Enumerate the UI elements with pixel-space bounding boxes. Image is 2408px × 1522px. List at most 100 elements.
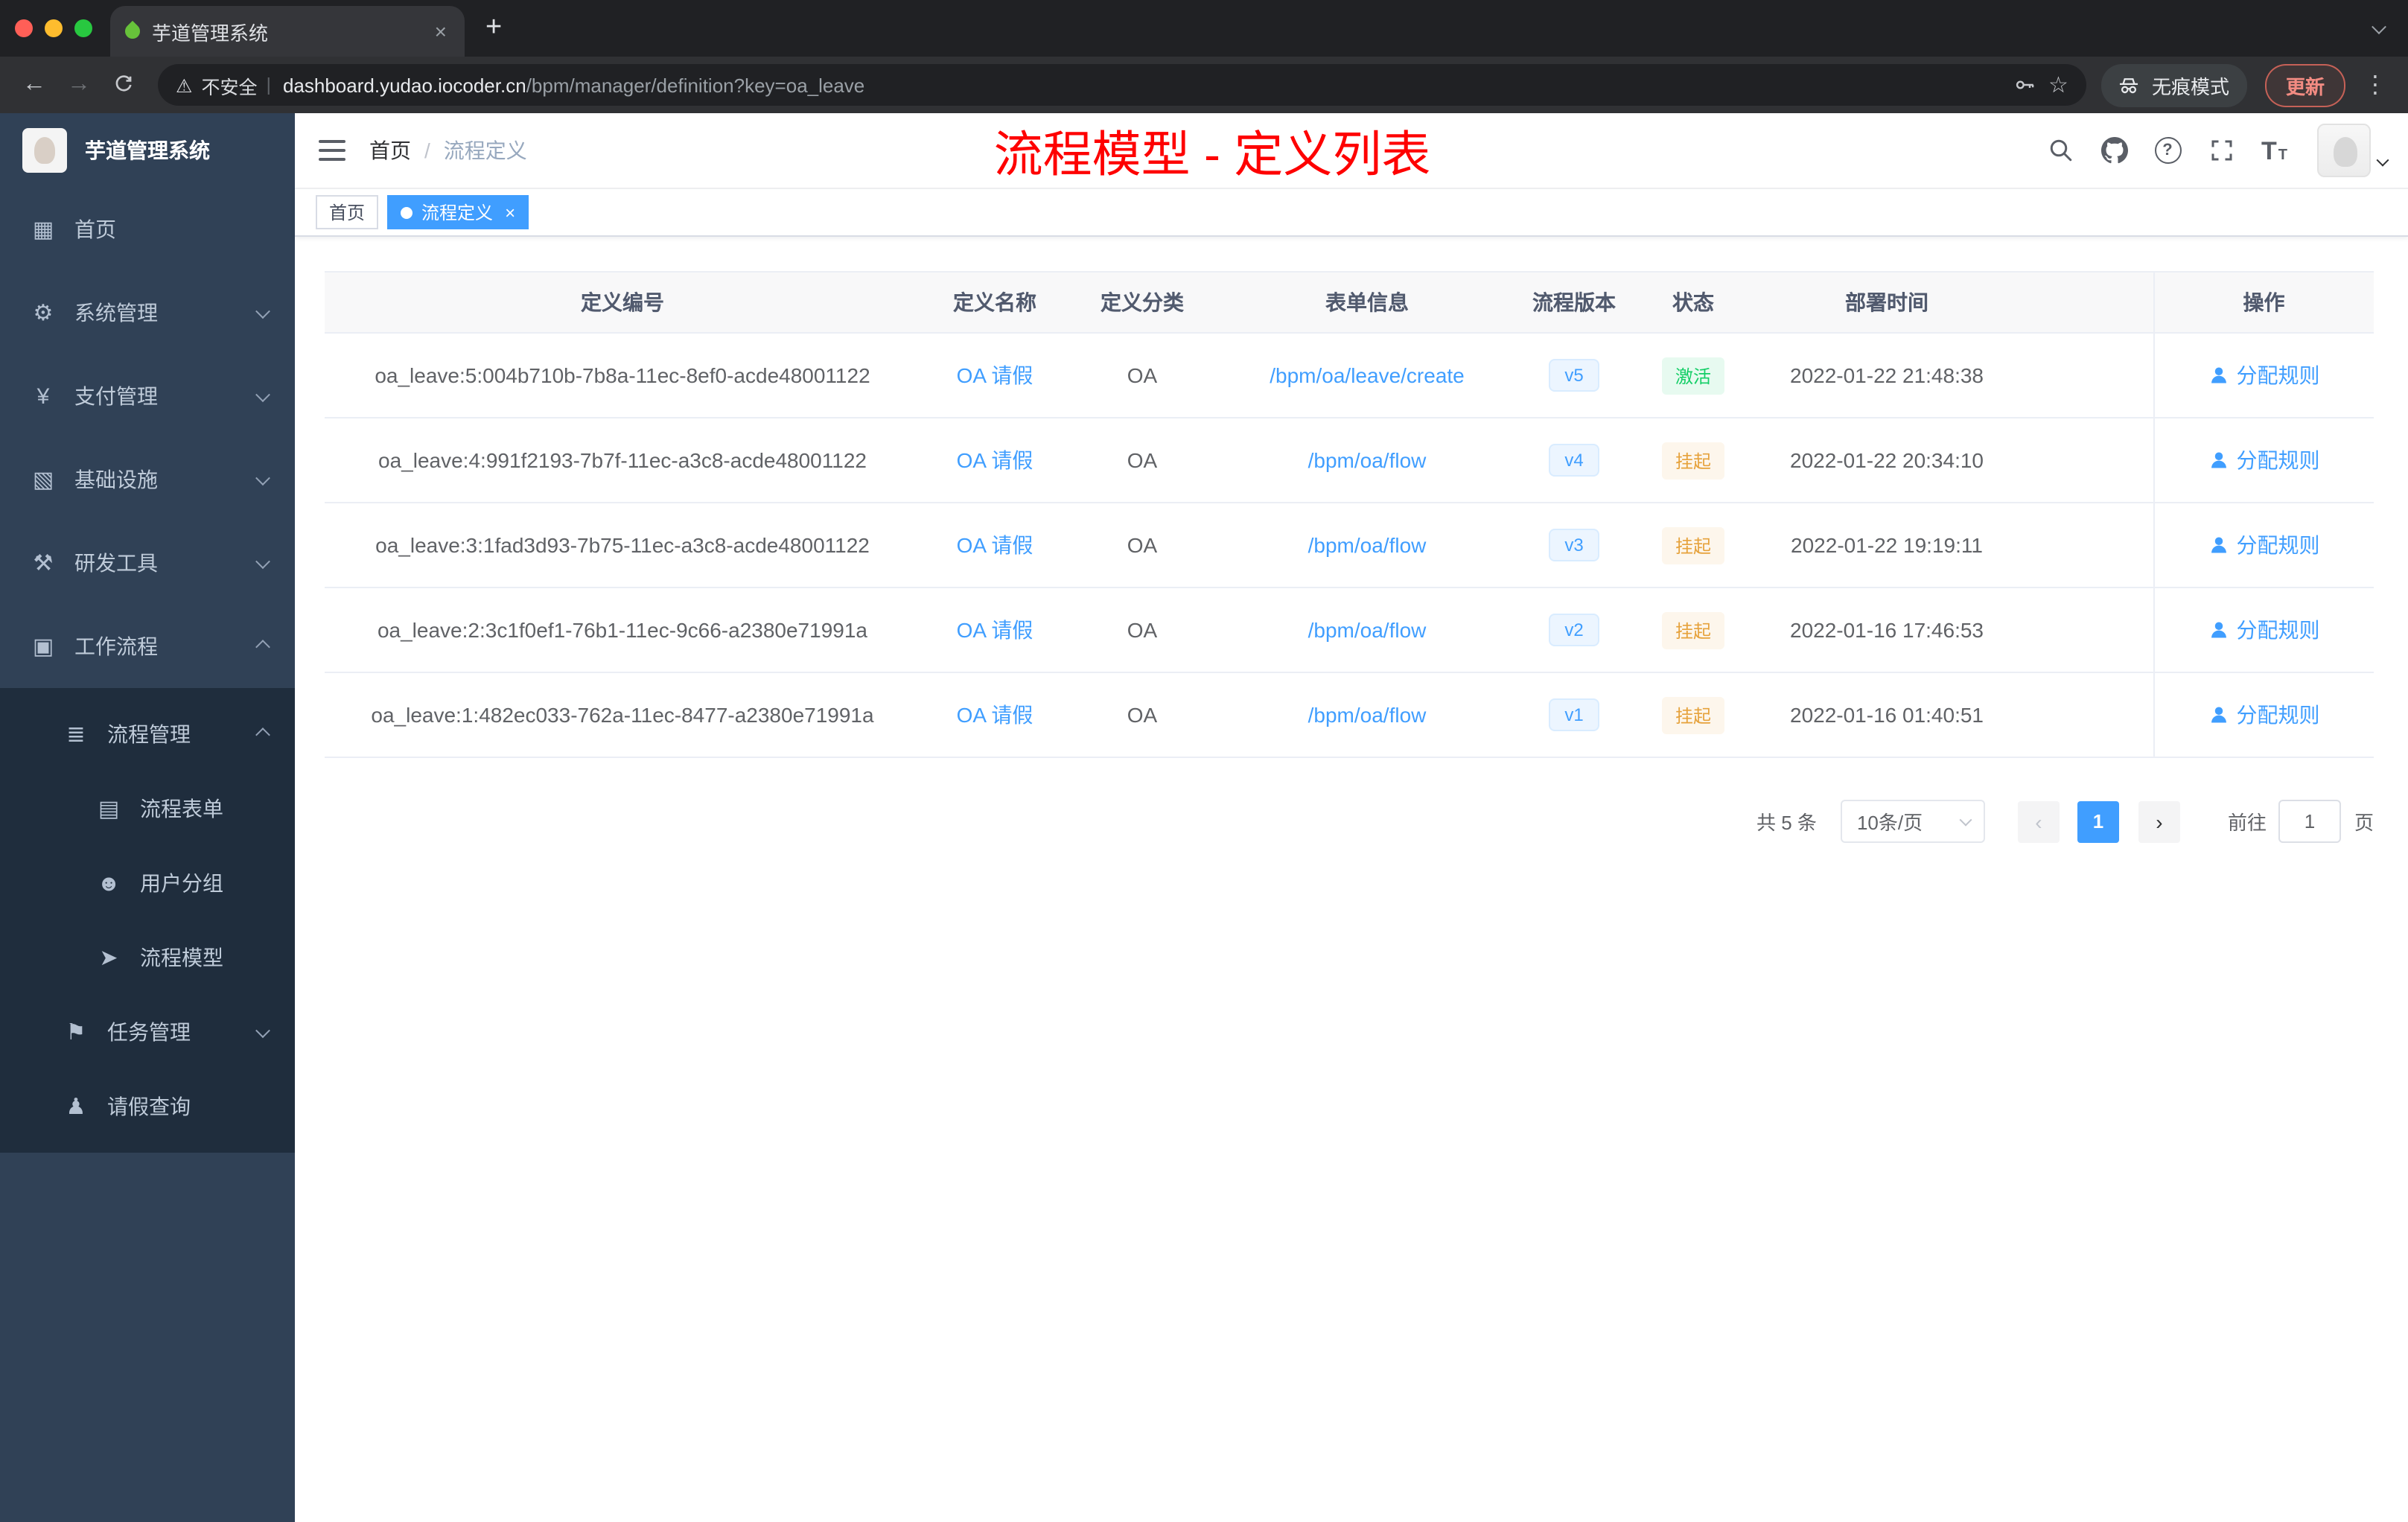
app-logo[interactable]: 芋道管理系统 — [0, 113, 295, 188]
next-page-button[interactable]: › — [2138, 800, 2180, 842]
form-link[interactable]: /bpm/oa/flow — [1308, 533, 1427, 557]
chevron-down-icon — [255, 553, 270, 569]
assign-rule-link[interactable]: 分配规则 — [2208, 615, 2320, 645]
sidebar-item-user-group[interactable]: ☻ 用户分组 — [0, 846, 295, 920]
url-text[interactable]: dashboard.yudao.iocoder.cn/bpm/manager/d… — [283, 74, 2001, 96]
bookmark-star-icon[interactable]: ☆ — [2048, 71, 2068, 98]
goto-label: 前往 — [2227, 812, 2267, 834]
tab-close-icon[interactable]: × — [432, 19, 450, 43]
col-filler — [2016, 271, 2153, 334]
back-button[interactable]: ← — [15, 66, 54, 104]
sidebar-item-system[interactable]: ⚙ 系统管理 — [0, 271, 295, 354]
table-row: oa_leave:3:1fad3d93-7b75-11ec-a3c8-acde4… — [325, 503, 2374, 588]
incognito-label: 无痕模式 — [2151, 75, 2229, 98]
tab-search-icon[interactable] — [2372, 15, 2386, 42]
definition-category: OA — [1069, 503, 1215, 588]
definition-table: 定义编号 定义名称 定义分类 表单信息 流程版本 状态 部署时间 操作 oa_l… — [325, 271, 2374, 758]
font-size-icon[interactable] — [2261, 138, 2287, 163]
url-divider: | — [266, 74, 271, 95]
help-icon[interactable]: ? — [2154, 137, 2181, 164]
person-icon — [2208, 365, 2229, 386]
chevron-down-icon — [255, 303, 270, 319]
sidebar-item-process-mgmt[interactable]: ≣ 流程管理 — [0, 697, 295, 771]
page-unit-label: 页 — [2354, 812, 2374, 834]
send-icon: ➤ — [99, 946, 118, 971]
yen-icon: ¥ — [36, 383, 50, 409]
definition-name-link[interactable]: OA 请假 — [957, 703, 1033, 727]
definition-category: OA — [1069, 672, 1215, 758]
pagination: 共 5 条 10条/页 ‹ 1 › 前往 页 — [325, 800, 2374, 843]
sidebar-item-process-form[interactable]: ▤ 流程表单 — [0, 771, 295, 846]
breadcrumb-home[interactable]: 首页 — [369, 136, 411, 165]
macos-zoom-button[interactable] — [74, 19, 92, 37]
tag-close-icon[interactable]: × — [502, 203, 515, 221]
reload-button[interactable] — [104, 66, 143, 104]
tag-home[interactable]: 首页 — [316, 195, 379, 229]
sidebar-item-leave-query[interactable]: ♟ 请假查询 — [0, 1069, 295, 1144]
definition-name-link[interactable]: OA 请假 — [957, 448, 1033, 472]
github-icon[interactable] — [2100, 137, 2127, 164]
address-bar[interactable]: ⚠ 不安全 | dashboard.yudao.iocoder.cn/bpm/m… — [158, 64, 2086, 106]
col-form-info: 表单信息 — [1215, 271, 1519, 334]
page-size-select[interactable]: 10条/页 — [1840, 800, 1985, 843]
sidebar-item-payment[interactable]: ¥ 支付管理 — [0, 354, 295, 438]
col-status: 状态 — [1629, 271, 1757, 334]
screen: 芋道管理系统 × + ← → ⚠ 不安全 | dashboard.yudao.i… — [0, 0, 2408, 1522]
hamburger-icon[interactable] — [319, 140, 345, 161]
tags-view-bar: 首页 流程定义 × — [295, 189, 2408, 237]
workflow-icon: ▣ — [32, 634, 54, 660]
new-tab-button[interactable]: + — [485, 12, 502, 45]
incognito-icon — [2116, 72, 2141, 98]
workflow-submenu: ≣ 流程管理 ▤ 流程表单 ☻ 用户分组 ➤ 流程模型 ⚑ 任务管理 ♟ 请假查… — [0, 688, 295, 1153]
sidebar-item-process-model[interactable]: ➤ 流程模型 — [0, 920, 295, 995]
search-icon[interactable] — [2047, 137, 2074, 164]
person-icon — [2208, 450, 2229, 471]
form-link[interactable]: /bpm/oa/flow — [1308, 448, 1427, 472]
assign-rule-link[interactable]: 分配规则 — [2208, 360, 2320, 390]
app-window: 芋道管理系统 ▦ 首页 ⚙ 系统管理 ¥ 支付管理 ▧ 基础设施 ⚒ 研发工具 … — [0, 113, 2408, 1522]
fullscreen-icon[interactable] — [2208, 137, 2235, 164]
assign-rule-link[interactable]: 分配规则 — [2208, 445, 2320, 475]
form-link[interactable]: /bpm/oa/flow — [1308, 618, 1427, 642]
user-menu[interactable] — [2317, 124, 2389, 177]
tag-process-definition[interactable]: 流程定义 × — [387, 195, 529, 229]
password-key-icon[interactable] — [2013, 73, 2036, 97]
macos-close-button[interactable] — [15, 19, 33, 37]
browser-tab[interactable]: 芋道管理系统 × — [110, 6, 465, 57]
definition-name-link[interactable]: OA 请假 — [957, 618, 1033, 642]
assign-rule-link[interactable]: 分配规则 — [2208, 700, 2320, 730]
forward-button[interactable]: → — [60, 66, 98, 104]
form-link[interactable]: /bpm/oa/leave/create — [1270, 363, 1465, 387]
version-badge: v5 — [1548, 359, 1600, 392]
infrastructure-icon: ▧ — [32, 468, 54, 493]
browser-menu-icon[interactable]: ⋮ — [2363, 70, 2387, 100]
gear-icon: ⚙ — [33, 301, 54, 326]
sidebar-item-task-mgmt[interactable]: ⚑ 任务管理 — [0, 995, 295, 1069]
navbar-actions: ? — [2047, 124, 2408, 177]
form-link[interactable]: /bpm/oa/flow — [1308, 703, 1427, 727]
security-chip[interactable]: ⚠ 不安全 | — [176, 71, 271, 99]
prev-page-button[interactable]: ‹ — [2017, 800, 2060, 842]
status-badge: 挂起 — [1661, 442, 1724, 479]
goto-page-input[interactable] — [2278, 800, 2341, 843]
chrome-update-button[interactable]: 更新 — [2264, 63, 2345, 106]
filler-cell — [2016, 672, 2153, 758]
deploy-time: 2022-01-16 17:46:53 — [1757, 588, 2016, 673]
active-dot — [401, 206, 413, 218]
sidebar-item-home[interactable]: ▦ 首页 — [0, 188, 295, 271]
sidebar-item-devtools[interactable]: ⚒ 研发工具 — [0, 521, 295, 605]
table-row: oa_leave:1:482ec033-762a-11ec-8477-a2380… — [325, 672, 2374, 758]
sidebar-item-workflow[interactable]: ▣ 工作流程 — [0, 605, 295, 688]
current-page-button[interactable]: 1 — [2077, 800, 2119, 842]
breadcrumb-separator: / — [424, 138, 430, 162]
chevron-down-icon[interactable] — [2376, 147, 2389, 174]
avatar[interactable] — [2317, 124, 2371, 177]
status-badge: 挂起 — [1661, 526, 1724, 564]
definition-name-link[interactable]: OA 请假 — [957, 533, 1033, 557]
definition-category: OA — [1069, 418, 1215, 503]
definition-name-link[interactable]: OA 请假 — [957, 363, 1033, 387]
sidebar-item-infra[interactable]: ▧ 基础设施 — [0, 438, 295, 521]
macos-minimize-button[interactable] — [45, 19, 63, 37]
assign-rule-link[interactable]: 分配规则 — [2208, 530, 2320, 560]
col-operation: 操作 — [2153, 271, 2374, 334]
